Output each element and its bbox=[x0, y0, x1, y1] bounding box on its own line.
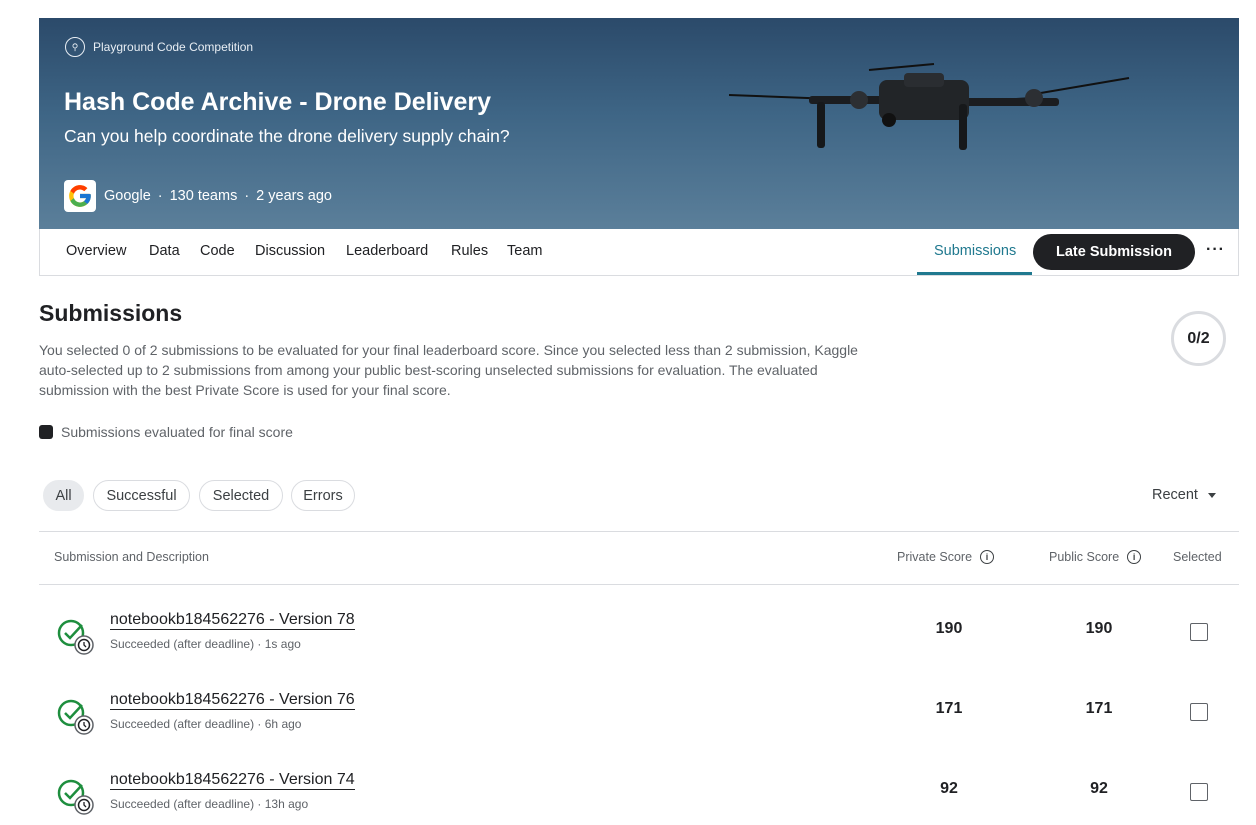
header-private-label: Private Score bbox=[897, 550, 973, 564]
google-g-icon bbox=[69, 185, 91, 207]
tab-team[interactable]: Team bbox=[507, 243, 542, 259]
tab-submissions[interactable]: Submissions bbox=[934, 243, 1016, 259]
competition-type-label: Playground Code Competition bbox=[93, 40, 254, 54]
competition-type: ⚲ Playground Code Competition bbox=[65, 37, 253, 57]
bicycle-icon: ⚲ bbox=[65, 37, 85, 57]
private-score: 92 bbox=[940, 780, 958, 797]
more-options-icon[interactable]: ··· bbox=[1206, 241, 1225, 259]
page-title: Submissions bbox=[39, 300, 183, 326]
host-name[interactable]: Google bbox=[104, 188, 151, 204]
private-score: 171 bbox=[935, 700, 963, 717]
legend: Submissions evaluated for final score bbox=[39, 424, 293, 440]
separator: · bbox=[157, 188, 163, 204]
public-score: 190 bbox=[1085, 620, 1113, 637]
filter-successful[interactable]: Successful bbox=[93, 480, 190, 511]
competition-banner: ⚲ Playground Code Competition Hash Code … bbox=[39, 18, 1239, 229]
table-row[interactable]: notebookb184562276 - Version 74 Succeede… bbox=[39, 765, 1239, 825]
header-description: Submission and Description bbox=[54, 550, 209, 564]
submission-meta: Succeeded (after deadline) · 13h ago bbox=[110, 797, 309, 811]
competition-subtitle: Can you help coordinate the drone delive… bbox=[64, 126, 510, 146]
tab-data[interactable]: Data bbox=[149, 243, 180, 259]
header-description-label: Submission and Description bbox=[54, 550, 209, 564]
submission-meta: Succeeded (after deadline) · 6h ago bbox=[110, 717, 302, 731]
tab-code[interactable]: Code bbox=[200, 243, 235, 259]
table-row[interactable]: notebookb184562276 - Version 76 Succeede… bbox=[39, 685, 1239, 765]
host-info: Google · 130 teams · 2 years ago bbox=[64, 180, 332, 212]
success-check-icon bbox=[57, 779, 94, 815]
header-private-score: Private Score i bbox=[897, 550, 995, 564]
header-selected-label: Selected bbox=[1173, 550, 1222, 564]
legend-label: Submissions evaluated for final score bbox=[61, 424, 293, 440]
team-count[interactable]: 130 teams bbox=[170, 188, 238, 204]
active-tab-indicator bbox=[917, 272, 1032, 275]
success-check-icon bbox=[57, 699, 94, 735]
google-logo[interactable] bbox=[64, 180, 96, 212]
success-check-icon bbox=[57, 619, 94, 655]
public-score: 171 bbox=[1085, 700, 1113, 717]
submission-title[interactable]: notebookb184562276 - Version 78 bbox=[110, 610, 355, 630]
table-row[interactable]: notebookb184562276 - Version 78 Succeede… bbox=[39, 605, 1239, 685]
select-checkbox[interactable] bbox=[1190, 623, 1208, 641]
caret-down-icon bbox=[1207, 492, 1216, 498]
tab-rules[interactable]: Rules bbox=[451, 243, 488, 259]
competition-title: Hash Code Archive - Drone Delivery bbox=[64, 88, 491, 116]
submission-meta: Succeeded (after deadline) · 1s ago bbox=[110, 637, 301, 651]
submission-title[interactable]: notebookb184562276 - Version 74 bbox=[110, 770, 355, 790]
select-checkbox[interactable] bbox=[1190, 703, 1208, 721]
competition-age: 2 years ago bbox=[256, 188, 332, 204]
header-public-label: Public Score bbox=[1049, 550, 1120, 564]
competition-nav: Overview Data Code Discussion Leaderboar… bbox=[39, 229, 1239, 276]
select-checkbox[interactable] bbox=[1190, 783, 1208, 801]
tab-leaderboard[interactable]: Leaderboard bbox=[346, 243, 428, 259]
submissions-description: You selected 0 of 2 submissions to be ev… bbox=[39, 342, 858, 398]
public-score: 92 bbox=[1090, 780, 1108, 797]
filter-selected[interactable]: Selected bbox=[199, 480, 283, 511]
header-public-score: Public Score i bbox=[1049, 550, 1142, 564]
tab-overview[interactable]: Overview bbox=[66, 243, 126, 259]
filter-errors[interactable]: Errors bbox=[291, 480, 355, 511]
header-selected: Selected bbox=[1173, 550, 1222, 564]
sort-dropdown[interactable]: Recent bbox=[1152, 487, 1216, 503]
sort-label: Recent bbox=[1152, 487, 1198, 503]
info-icon[interactable]: i bbox=[1127, 550, 1142, 564]
legend-swatch bbox=[39, 425, 53, 439]
tab-discussion[interactable]: Discussion bbox=[255, 243, 325, 259]
filter-all[interactable]: All bbox=[43, 480, 84, 511]
private-score: 190 bbox=[935, 620, 963, 637]
info-icon[interactable]: i bbox=[980, 550, 995, 564]
selection-counter: 0/2 bbox=[1171, 311, 1226, 366]
late-submission-button[interactable]: Late Submission bbox=[1033, 234, 1195, 270]
drone-image bbox=[729, 63, 1130, 150]
divider bbox=[39, 584, 1239, 585]
submission-title[interactable]: notebookb184562276 - Version 76 bbox=[110, 690, 355, 710]
separator: · bbox=[244, 188, 250, 204]
divider bbox=[39, 531, 1239, 532]
